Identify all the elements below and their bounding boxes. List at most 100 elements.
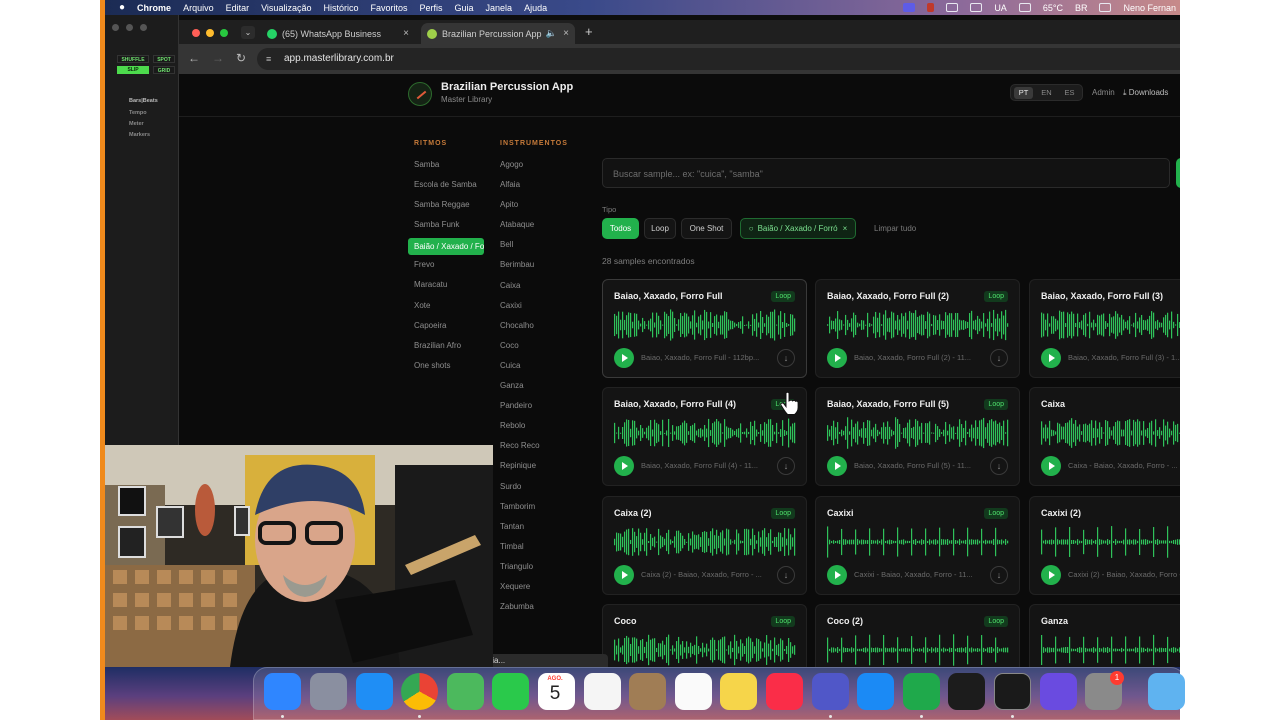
tipo-loop-chip[interactable]: Loop: [644, 218, 676, 239]
tipo-todos-chip[interactable]: Todos: [602, 218, 639, 239]
sample-card[interactable]: Coco (2)LoopCoco (2) - Baiao, Xaxado, Fo…: [815, 604, 1020, 667]
cast-icon[interactable]: [1018, 3, 1031, 12]
menu-favoritos[interactable]: Favoritos: [370, 3, 407, 13]
tab-search-icon[interactable]: ⌄: [241, 26, 255, 39]
app-logo-icon[interactable]: [408, 82, 432, 106]
sample-card[interactable]: Baiao, Xaxado, Forro Full (5) Loop Baiao, …: [815, 387, 1020, 486]
waveform[interactable]: [1041, 309, 1180, 341]
music-icon[interactable]: [766, 673, 803, 710]
instrumento-item[interactable]: Tantan: [494, 520, 564, 540]
search-button[interactable]: [1176, 158, 1180, 188]
waveform[interactable]: [827, 309, 1009, 341]
facetime-icon[interactable]: [492, 673, 529, 710]
instrumento-item[interactable]: Alfaia: [494, 178, 564, 198]
instrumento-item[interactable]: Timbal: [494, 540, 564, 560]
window-minimize-button[interactable]: [206, 29, 214, 37]
play-button[interactable]: [614, 456, 634, 476]
lang-pt-button[interactable]: PT: [1014, 86, 1033, 99]
pro-tools-icon[interactable]: [1040, 673, 1077, 710]
waveform[interactable]: [614, 309, 796, 341]
waveform[interactable]: [1041, 417, 1180, 449]
instrumento-item[interactable]: Xequere: [494, 580, 564, 600]
play-button[interactable]: [827, 456, 847, 476]
input-source-indicator[interactable]: UA: [994, 3, 1007, 13]
vpn-icon[interactable]: [970, 3, 983, 12]
instrumento-item[interactable]: Pandeiro: [494, 399, 564, 419]
sample-card[interactable]: Baiao, Xaxado, Forro Full (4)LoopBaiao, …: [602, 387, 807, 486]
instrumento-item[interactable]: Repinique: [494, 459, 564, 479]
downloads-folder-icon[interactable]: [1148, 673, 1185, 710]
site-info-icon[interactable]: ≡: [266, 54, 276, 64]
forward-arrow-icon[interactable]: →: [212, 52, 224, 64]
menu-visualizacao[interactable]: Visualização: [261, 3, 311, 13]
tab-whatsapp[interactable]: (65) WhatsApp Business ×: [261, 23, 415, 44]
lang-en-button[interactable]: EN: [1037, 87, 1056, 99]
instrumento-item[interactable]: Reco Reco: [494, 439, 564, 459]
daw-zoom-dot[interactable]: [140, 24, 147, 31]
window-zoom-button[interactable]: [220, 29, 228, 37]
instrumento-item[interactable]: Zabumba: [494, 600, 564, 620]
menu-janela[interactable]: Janela: [486, 3, 513, 13]
window-close-button[interactable]: [192, 29, 200, 37]
instrumento-item[interactable]: Coco: [494, 339, 564, 359]
instrumento-item[interactable]: Apito: [494, 198, 564, 218]
play-button[interactable]: [827, 565, 847, 585]
instrumento-item[interactable]: Bell: [494, 238, 564, 258]
notes-icon[interactable]: [720, 673, 757, 710]
waveform[interactable]: [827, 417, 1009, 449]
tab-audio-icon[interactable]: 🔈: [546, 28, 557, 39]
tab-close-icon[interactable]: ×: [563, 28, 569, 39]
ritmo-item[interactable]: One shots: [408, 359, 484, 379]
daw-min-dot[interactable]: [126, 24, 133, 31]
launchpad-icon[interactable]: [310, 673, 347, 710]
instrumento-item[interactable]: Ganza: [494, 379, 564, 399]
reload-icon[interactable]: ↻: [236, 52, 246, 64]
instrumento-item[interactable]: Atabaque: [494, 218, 564, 238]
clear-all-link[interactable]: Limpar tudo: [874, 224, 916, 233]
ritmo-item[interactable]: Samba Reggae: [408, 198, 484, 218]
new-tab-button[interactable]: +: [585, 24, 593, 39]
volume-icon[interactable]: [1099, 3, 1112, 12]
filter-remove-icon[interactable]: ×: [843, 224, 848, 233]
temperature-indicator[interactable]: 65°C: [1043, 3, 1063, 13]
avid-icon[interactable]: [994, 673, 1031, 710]
ritmo-item[interactable]: Capoeira: [408, 319, 484, 339]
finder-icon[interactable]: [264, 673, 301, 710]
daw-ruler-tempo[interactable]: Tempo: [129, 110, 147, 116]
url-text[interactable]: app.masterlibrary.com.br: [284, 53, 394, 64]
waveform[interactable]: [827, 526, 1009, 558]
ritmo-item[interactable]: Frevo: [408, 258, 484, 278]
waveform[interactable]: [1041, 526, 1180, 558]
daw-close-dot[interactable]: [112, 24, 119, 31]
sample-card[interactable]: Caxixi (2) Caxixi (2) - Baiao, Xaxado, Fo…: [1029, 496, 1180, 595]
sample-card[interactable]: CocoLoopCoco - Baiao, Xaxado, Forro - ..…: [602, 604, 807, 667]
reminders-icon[interactable]: [675, 673, 712, 710]
sample-search-input[interactable]: Buscar sample... ex: "cuica", "samba": [602, 158, 1170, 188]
sample-card[interactable]: CaixaCaixa - Baiao, Xaxado, Forro - ...↓: [1029, 387, 1180, 486]
waveform[interactable]: [614, 417, 796, 449]
address-bar[interactable]: ≡ app.masterlibrary.com.br: [257, 48, 1180, 70]
play-button[interactable]: [1041, 456, 1061, 476]
ritmo-item[interactable]: Samba Funk: [408, 218, 484, 238]
active-filter-chip[interactable]: ○ Baião / Xaxado / Forró ×: [740, 218, 856, 239]
admin-link[interactable]: Admin: [1092, 88, 1115, 97]
downloads-link[interactable]: ⤓ Downloads: [1123, 88, 1168, 98]
back-arrow-icon[interactable]: ←: [188, 52, 200, 64]
daw-slip-button[interactable]: SLIP: [117, 66, 149, 74]
instrumento-item[interactable]: Caixa: [494, 279, 564, 299]
instrumento-item[interactable]: Triangulo: [494, 560, 564, 580]
contacts-icon[interactable]: [629, 673, 666, 710]
teams-icon[interactable]: [812, 673, 849, 710]
daw-spot-button[interactable]: SPOT: [153, 55, 175, 63]
menu-app-name[interactable]: Chrome: [137, 3, 171, 13]
ritmo-item[interactable]: Brazilian Afro: [408, 339, 484, 359]
instrumento-item[interactable]: Caxixi: [494, 299, 564, 319]
menu-arquivo[interactable]: Arquivo: [183, 3, 214, 13]
waveform[interactable]: [1041, 634, 1180, 666]
screen-share-icon[interactable]: [903, 3, 916, 12]
menu-ajuda[interactable]: Ajuda: [524, 3, 547, 13]
sample-card[interactable]: Baiao, Xaxado, Forro Full (3) Baiao, Xaxa…: [1029, 279, 1180, 378]
play-button[interactable]: [827, 348, 847, 368]
sample-card[interactable]: Caxixi Loop Caxixi - Baiao, Xaxado, Forro …: [815, 496, 1020, 595]
safari-icon[interactable]: [356, 673, 393, 710]
